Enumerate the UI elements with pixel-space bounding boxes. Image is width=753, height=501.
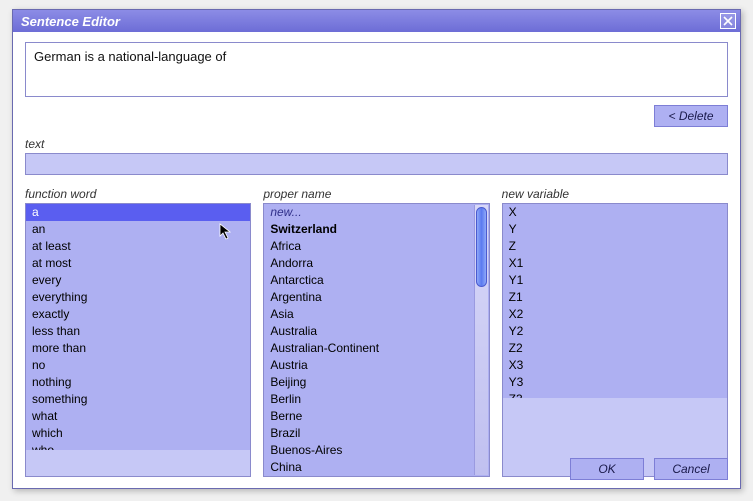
new-variable-item[interactable]: X1 bbox=[503, 255, 727, 272]
proper-name-item[interactable]: China bbox=[264, 459, 488, 476]
function-word-item[interactable]: what bbox=[26, 408, 250, 425]
proper-name-column: proper name new...SwitzerlandAfricaAndor… bbox=[263, 187, 489, 477]
proper-name-item[interactable]: Antarctica bbox=[264, 272, 488, 289]
text-label: text bbox=[25, 137, 728, 151]
proper-name-item[interactable]: Argentina bbox=[264, 289, 488, 306]
sentence-editor-window: Sentence Editor German is a national-lan… bbox=[12, 9, 741, 489]
proper-name-list[interactable]: new...SwitzerlandAfricaAndorraAntarctica… bbox=[263, 203, 489, 477]
function-word-item[interactable]: less than bbox=[26, 323, 250, 340]
delete-button[interactable]: < Delete bbox=[654, 105, 728, 127]
scrollbar[interactable] bbox=[474, 205, 488, 475]
proper-name-item[interactable]: Berne bbox=[264, 408, 488, 425]
new-variable-item[interactable]: Z bbox=[503, 238, 727, 255]
ok-button[interactable]: OK bbox=[570, 458, 644, 480]
new-variable-list[interactable]: XYZX1Y1Z1X2Y2Z2X3Y3Z3 bbox=[502, 203, 728, 477]
function-word-label: function word bbox=[25, 187, 251, 201]
proper-name-item[interactable]: Asia bbox=[264, 306, 488, 323]
new-variable-item[interactable]: X3 bbox=[503, 357, 727, 374]
new-variable-column: new variable XYZX1Y1Z1X2Y2Z2X3Y3Z3 bbox=[502, 187, 728, 477]
proper-name-item[interactable]: Switzerland bbox=[264, 221, 488, 238]
cancel-button[interactable]: Cancel bbox=[654, 458, 728, 480]
function-word-item[interactable]: nothing bbox=[26, 374, 250, 391]
sentence-display: German is a national-language of bbox=[25, 42, 728, 97]
sentence-text: German is a national-language of bbox=[34, 49, 226, 64]
proper-name-item[interactable]: Australian-Continent bbox=[264, 340, 488, 357]
proper-name-item[interactable]: Africa bbox=[264, 238, 488, 255]
new-variable-item[interactable]: Y bbox=[503, 221, 727, 238]
function-word-item[interactable]: which bbox=[26, 425, 250, 442]
window-title: Sentence Editor bbox=[21, 14, 720, 29]
titlebar[interactable]: Sentence Editor bbox=[13, 10, 740, 32]
proper-name-label: proper name bbox=[263, 187, 489, 201]
scroll-thumb[interactable] bbox=[476, 207, 487, 287]
new-variable-item[interactable]: X bbox=[503, 204, 727, 221]
new-variable-item[interactable]: Z2 bbox=[503, 340, 727, 357]
function-word-item[interactable]: at least bbox=[26, 238, 250, 255]
new-variable-item[interactable]: Z1 bbox=[503, 289, 727, 306]
proper-name-item[interactable]: Berlin bbox=[264, 391, 488, 408]
text-input[interactable] bbox=[25, 153, 728, 175]
function-word-column: function word aanat leastat mosteveryeve… bbox=[25, 187, 251, 477]
proper-name-item[interactable]: Beijing bbox=[264, 374, 488, 391]
function-word-item[interactable]: a bbox=[26, 204, 250, 221]
new-variable-item[interactable]: Y2 bbox=[503, 323, 727, 340]
function-word-item[interactable]: an bbox=[26, 221, 250, 238]
function-word-item[interactable]: everything bbox=[26, 289, 250, 306]
proper-name-item[interactable]: Brazil bbox=[264, 425, 488, 442]
new-variable-item[interactable]: Y1 bbox=[503, 272, 727, 289]
function-word-item[interactable]: no bbox=[26, 357, 250, 374]
function-word-list[interactable]: aanat leastat mosteveryeverythingexactly… bbox=[25, 203, 251, 477]
close-icon[interactable] bbox=[720, 13, 736, 29]
function-word-item[interactable]: something bbox=[26, 391, 250, 408]
function-word-item[interactable]: every bbox=[26, 272, 250, 289]
proper-name-item[interactable]: Australia bbox=[264, 323, 488, 340]
new-variable-item[interactable]: Y3 bbox=[503, 374, 727, 391]
function-word-item[interactable]: more than bbox=[26, 340, 250, 357]
proper-name-item[interactable]: Andorra bbox=[264, 255, 488, 272]
proper-name-new[interactable]: new... bbox=[264, 204, 488, 221]
proper-name-item[interactable]: Buenos-Aires bbox=[264, 442, 488, 459]
dialog-body: German is a national-language of < Delet… bbox=[13, 32, 740, 485]
function-word-item[interactable]: exactly bbox=[26, 306, 250, 323]
function-word-item[interactable]: at most bbox=[26, 255, 250, 272]
new-variable-label: new variable bbox=[502, 187, 728, 201]
new-variable-item[interactable]: X2 bbox=[503, 306, 727, 323]
proper-name-item[interactable]: Austria bbox=[264, 357, 488, 374]
